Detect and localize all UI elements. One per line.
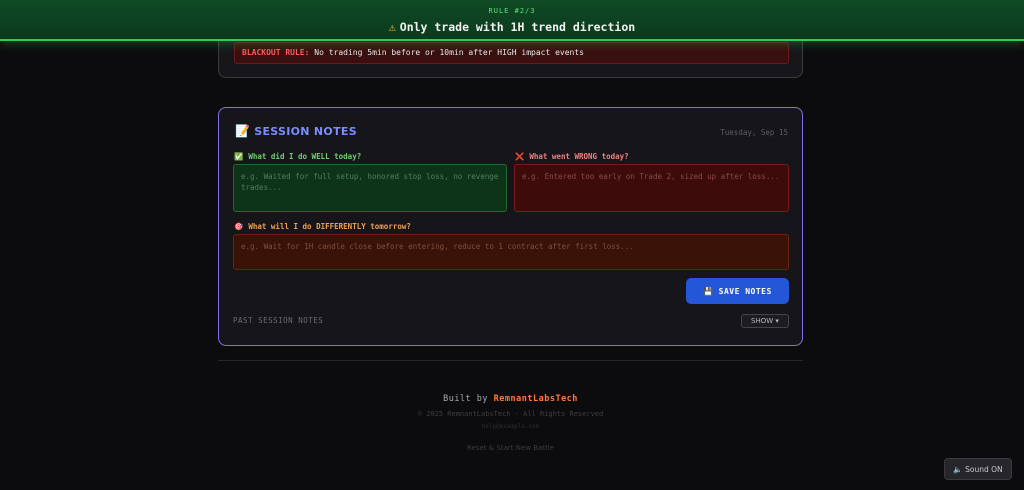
built-by-text: Built by [443,394,489,404]
wrong-textarea[interactable] [514,164,789,212]
blackout-label: BLACKOUT RULE: [242,48,310,57]
differently-label: What will I do DIFFERENTLY tomorrow? [248,222,411,231]
past-session-notes-label: PAST SESSION NOTES [233,316,324,325]
copyright: © 2025 RemnantLabsTech · All Rights Rese… [417,410,604,418]
differently-textarea[interactable] [233,234,789,270]
well-textarea[interactable] [233,164,507,212]
wrong-question: ❌ What went WRONG today? [515,152,629,161]
wrong-label: What went WRONG today? [529,152,629,161]
sound-label: Sound ON [965,464,1003,474]
session-notes-card: 📝 SESSION NOTES Tuesday, Sep 15 ✅ What did… [218,107,803,346]
blackout-rule: BLACKOUT RULE: No trading 5min before or… [234,42,789,64]
session-notes-title: SESSION NOTES [254,125,357,138]
well-label: What did I do WELL today? [248,152,362,161]
check-icon: ✅ [234,152,244,161]
rule-number: RULE #2/3 [488,7,536,15]
session-notes-header: 📝 SESSION NOTES [235,124,357,138]
rule-banner: RULE #2/3 ⚠ Only trade with 1H trend dire… [0,0,1024,41]
save-notes-button[interactable]: 💾 SAVE NOTES [686,278,789,304]
floppy-icon: 💾 [703,286,714,296]
sound-toggle-button[interactable]: 🔈 Sound ON [944,458,1012,480]
well-question: ✅ What did I do WELL today? [234,152,361,161]
rule-text: Only trade with 1H trend direction [399,20,636,34]
save-notes-label: SAVE NOTES [718,286,772,296]
session-date: Tuesday, Sep 15 [720,128,788,137]
reset-link[interactable]: Reset & Start New Battle [218,444,803,452]
memo-icon: 📝 [235,124,251,138]
warning-icon: ⚠ [388,20,396,34]
target-icon: 🎯 [234,222,244,231]
speaker-icon: 🔈 [953,464,963,474]
x-icon: ❌ [515,152,525,161]
rule-text-row: ⚠ Only trade with 1H trend direction [0,20,1024,34]
contact-email[interactable]: help@example.com [218,423,803,430]
footer-divider [218,360,803,361]
brand-link[interactable]: RemnantLabsTech [494,394,578,404]
show-past-notes-button[interactable]: SHOW ▾ [741,314,789,328]
differently-question: 🎯 What will I do DIFFERENTLY tomorrow? [234,222,411,231]
built-by: Built by RemnantLabsTech [218,394,803,404]
blackout-text: No trading 5min before or 10min after HI… [314,48,584,57]
